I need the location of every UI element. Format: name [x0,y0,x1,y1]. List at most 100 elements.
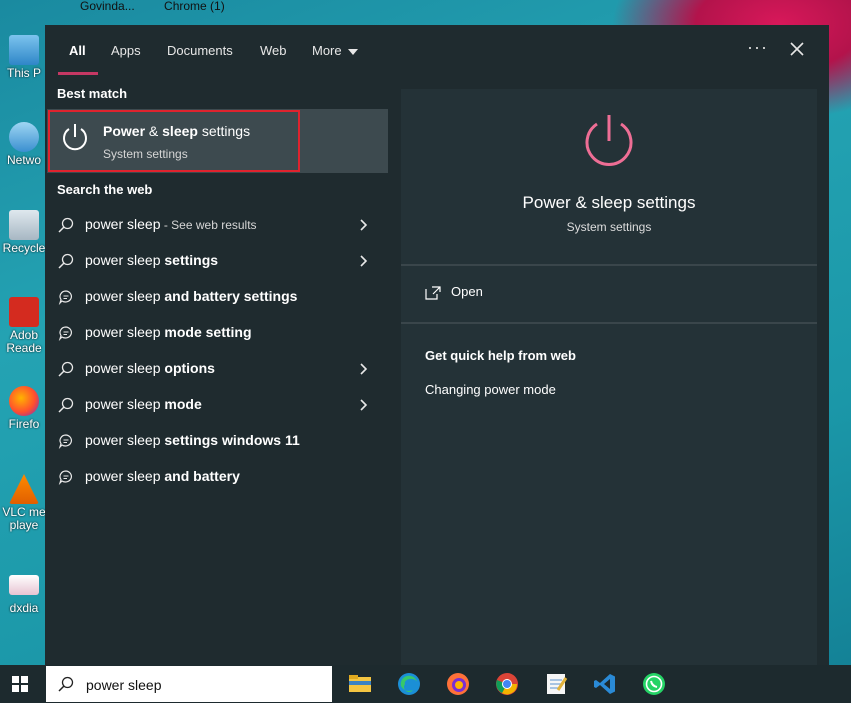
suggestion-query: power sleep [85,432,165,448]
quick-help-heading: Get quick help from web [425,348,576,363]
suggestion-query: power sleep [85,360,165,376]
desktop-icon-label: This P [6,66,41,80]
web-suggestion-item[interactable]: power sleep and battery settings [45,279,389,315]
suggestion-query: power sleep [85,216,161,232]
adobe-reader-icon [9,297,39,327]
web-suggestion-item[interactable]: power sleep mode setting [45,315,389,351]
suggestion-text: power sleep options [85,360,215,376]
suggestion-completion: options [164,360,215,376]
suggestion-text: power sleep mode [85,396,202,412]
desktop-icon-vlc[interactable]: VLC me playe [0,474,48,532]
chevron-right-icon[interactable] [358,362,368,376]
close-icon[interactable] [787,39,807,59]
firefox-icon[interactable] [446,672,470,696]
tab-more-label: More [312,43,342,58]
suggestion-text: power sleep and battery [85,468,240,484]
open-action[interactable]: Open [425,284,483,300]
windows-start-icon[interactable] [12,676,28,692]
best-match-subtitle: System settings [103,147,188,161]
suggestion-completion: and battery settings [164,288,298,304]
suggestion-completion: settings [164,252,219,268]
power-icon-large [585,115,633,166]
active-tab-indicator [58,72,98,75]
vscode-icon[interactable] [593,672,617,696]
desktop-icon-label: dxdia [9,601,39,615]
web-suggestion-item[interactable]: power sleep settings [45,243,389,279]
search-icon [58,397,74,413]
firefox-icon [9,386,39,416]
suggestion-completion: settings windows 11 [164,432,300,448]
network-icon [9,122,39,152]
suggestion-suffix: - See web results [160,218,257,232]
search-input[interactable]: power sleep [86,677,162,693]
desktop-icon-this-pc[interactable]: This P [0,35,48,80]
recycle-bin-icon [9,210,39,240]
web-suggestion-item[interactable]: power sleep mode [45,387,389,423]
results-list: Best match Power & sleep settings System… [45,77,389,665]
tab-all[interactable]: All [69,43,86,58]
start-search-panel: All Apps Documents Web More ··· Best mat… [45,25,829,665]
suggestion-query: power sleep [85,324,165,340]
background-window-titles: Govinda... Chrome (1) [80,0,251,12]
suggestion-query: power sleep [85,396,165,412]
suggestion-text: power sleep and battery settings [85,288,297,304]
suggestion-query: power sleep [85,252,165,268]
desktop-icon-label-line2: Reade [6,341,42,355]
desktop-icon-firefox[interactable]: Firefo [0,386,48,431]
tab-more[interactable]: More [312,43,358,58]
search-tabs: All Apps Documents Web More ··· [45,25,829,77]
window-title-1: Govinda... [80,0,135,13]
chevron-right-icon[interactable] [358,398,368,412]
best-match-title: Power & sleep settings [103,123,250,139]
search-icon [58,361,74,377]
preview-title: Power & sleep settings [522,193,696,212]
suggestion-query: power sleep [85,468,165,484]
suggestion-completion: mode [164,396,202,412]
desktop-icon-label: Recycle [2,241,46,255]
chevron-right-icon[interactable] [358,218,368,232]
chevron-down-icon [347,48,358,55]
open-icon [425,285,441,300]
chrome-icon[interactable] [495,672,519,696]
computer-icon [9,35,39,65]
chevron-right-icon[interactable] [358,254,368,268]
whatsapp-icon[interactable] [642,672,666,696]
notepad-icon[interactable] [544,672,568,696]
desktop-icon-recycle-bin[interactable]: Recycle [0,210,48,255]
divider [401,264,817,266]
web-suggestion-item[interactable]: power sleep options [45,351,389,387]
tab-documents[interactable]: Documents [167,43,233,58]
best-match-item[interactable]: Power & sleep settings System settings [47,109,388,173]
file-explorer-icon[interactable] [348,672,372,696]
suggestion-completion: and battery [164,468,240,484]
web-suggestion-item[interactable]: power sleep and battery [45,459,389,495]
chat-icon [58,434,72,449]
desktop-icon-label: Netwo [6,153,41,167]
web-suggestion-item[interactable]: power sleep - See web results [45,207,389,243]
suggestion-completion: mode setting [164,324,252,340]
desktop-icon-network[interactable]: Netwo [0,122,48,167]
suggestion-query: power sleep [85,288,165,304]
edge-icon[interactable] [397,672,421,696]
chat-icon [58,290,72,305]
best-match-title-part4: settings [197,123,251,139]
suggestion-text: power sleep - See web results [85,216,257,232]
desktop-icon-dxdiag[interactable]: dxdia [0,570,48,615]
power-icon [63,124,87,151]
desktop-icon-label-line2: playe [9,518,39,532]
search-icon [58,217,74,233]
best-match-heading: Best match [57,86,128,101]
quick-help-link[interactable]: Changing power mode [425,382,556,397]
desktop-icon-adobe-reader[interactable]: Adob Reade [0,297,48,355]
vlc-icon [9,474,39,504]
suggestion-text: power sleep settings [85,252,218,268]
search-web-heading: Search the web [57,182,153,197]
tab-apps[interactable]: Apps [111,43,141,58]
chat-icon [58,470,72,485]
dxdiag-icon [9,575,39,595]
web-suggestion-item[interactable]: power sleep settings windows 11 [45,423,389,459]
taskbar-search-box[interactable]: power sleep [46,666,332,702]
tab-web[interactable]: Web [260,43,287,58]
suggestion-text: power sleep mode setting [85,324,252,340]
more-options-icon[interactable]: ··· [747,37,768,58]
